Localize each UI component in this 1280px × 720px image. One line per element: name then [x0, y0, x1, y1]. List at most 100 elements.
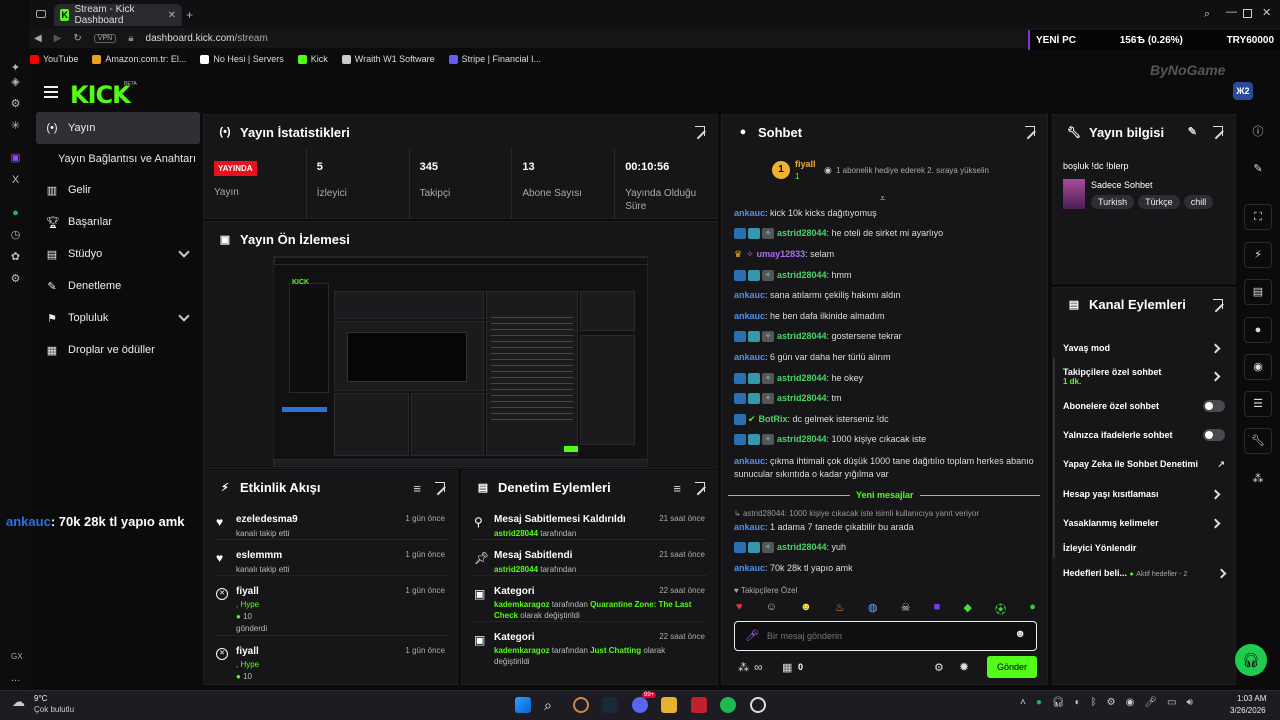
toggle-switch[interactable] [1203, 400, 1225, 412]
kicks-people-icon[interactable]: ⁂ [738, 661, 749, 674]
x-twitter-icon[interactable]: X [9, 174, 22, 187]
activity-user[interactable]: fiyall [236, 646, 259, 657]
bluetooth-icon[interactable]: ᛒ [1091, 697, 1097, 711]
chevron-down-icon[interactable] [178, 310, 190, 322]
rail-button[interactable]: ☰ [1244, 391, 1272, 417]
emote-face2-icon[interactable]: ☻ [800, 601, 812, 615]
steam-icon[interactable] [602, 697, 618, 713]
action-banned-words[interactable]: Yasaklanmış kelimeler [1063, 518, 1227, 529]
pinned-gift-banner[interactable]: 1 fiyall 1 ◉ 1 abonelik hediye ederek 2.… [770, 157, 1040, 185]
popout-icon[interactable] [435, 482, 445, 492]
chat-username[interactable]: astrid28044 [777, 330, 827, 343]
pinned-user[interactable]: fiyall [795, 159, 816, 169]
bookmark-item[interactable]: Stripe | Financial I... [448, 54, 541, 64]
kick-logo[interactable]: KICK [70, 81, 131, 109]
mod-user[interactable]: astrid28044 [494, 565, 538, 574]
action-slow-mode[interactable]: Yavaş mod [1063, 343, 1227, 354]
action-followers-only[interactable]: Takipçilere özel sohbet 1 dk. [1063, 367, 1227, 386]
popout-icon[interactable] [695, 482, 705, 492]
mod-user[interactable]: astrid28044 [494, 529, 538, 538]
bookmark-item[interactable]: Kick [297, 54, 328, 64]
clock-time[interactable]: 1:03 AM [1237, 694, 1266, 703]
nav-item-yayin[interactable]: (•) Yayın [36, 112, 200, 144]
gx-corner-icon[interactable]: ◈ [9, 76, 22, 89]
file-explorer-icon[interactable] [661, 697, 677, 713]
send-button[interactable]: Gönder [987, 656, 1037, 678]
action-goals[interactable]: Hedefleri beli... ● Aktif hedefler - 2 [1063, 568, 1227, 579]
moderator-icon[interactable]: ✹ [959, 660, 969, 674]
filter-icon[interactable]: ≡ [413, 481, 421, 496]
chat-username[interactable]: ankauc [734, 310, 765, 323]
emoji-icon[interactable]: ☻ [1014, 628, 1026, 640]
rail-button[interactable]: ⚡︎ [1244, 242, 1272, 268]
clock-date[interactable]: 3/26/2026 [1230, 706, 1266, 715]
browser-tab[interactable]: K Stream - Kick Dashboard ✕ [54, 4, 182, 26]
tab-overview-icon[interactable] [36, 10, 46, 18]
chat-input-box[interactable]: 🎤︎ ☻ [734, 621, 1037, 651]
chevron-down-icon[interactable] [178, 246, 190, 258]
search-tabs-icon[interactable]: ⌕ [1204, 8, 1210, 21]
spotify-icon[interactable]: ● [9, 207, 22, 220]
weather-desc[interactable]: Çok bulutlu [34, 705, 74, 714]
new-tab-button[interactable]: + [186, 8, 193, 22]
tag[interactable]: Turkish [1091, 195, 1135, 209]
vpn-badge[interactable]: VPN [93, 33, 117, 43]
volume-icon[interactable]: 🔊︎ [1187, 697, 1193, 711]
forward-icon[interactable]: ▶ [54, 33, 62, 44]
nav-item-studyo[interactable]: ▤ Stüdyo [36, 238, 200, 270]
more-icon[interactable]: ... [11, 672, 20, 684]
rail-button[interactable]: ⛶ [1244, 204, 1272, 230]
nav-item-droplar[interactable]: ▦ Droplar ve ödüller [36, 334, 200, 366]
nav-item-basarilar[interactable]: 🏆︎ Başarılar [36, 206, 200, 238]
emote-fire-icon[interactable]: ♨ [835, 601, 845, 615]
chat-username[interactable]: BotRix [759, 413, 788, 426]
chat-username[interactable]: ankauc [734, 456, 765, 466]
rail-button[interactable]: ▤ [1244, 279, 1272, 305]
chat-username[interactable]: astrid28044 [777, 269, 827, 282]
tray-steam-icon[interactable]: ◉ [1126, 697, 1135, 711]
emote-purple-icon[interactable]: ■ [934, 601, 941, 615]
action-subs-only[interactable]: Abonelere özel sohbet [1063, 400, 1227, 412]
weather-icon[interactable]: ☁ [12, 694, 25, 710]
opera-gx-taskbar-icon[interactable] [573, 697, 589, 713]
nav-item-denetleme[interactable]: ✎ Denetleme [36, 270, 200, 302]
action-account-age[interactable]: Hesap yaşı kısıtlaması [1063, 489, 1227, 500]
chat-username[interactable]: astrid28044 [777, 541, 827, 554]
mod-user[interactable]: kademkaragoz [494, 646, 550, 655]
mod-user[interactable]: kademkaragoz [494, 600, 550, 609]
bookmark-item[interactable]: Wraith W1 Software [341, 54, 435, 64]
emote-ball-icon[interactable]: ⚽︎ [995, 601, 1006, 616]
tray-headset-icon[interactable]: 🎧︎ [1052, 697, 1065, 711]
activity-user[interactable]: eslemmm [236, 550, 282, 561]
network-icon[interactable]: ▭ [1167, 697, 1176, 711]
close-window-icon[interactable]: ✕ [1262, 6, 1271, 19]
microphone-icon[interactable]: 🎤︎ [745, 629, 759, 642]
gx-control-icon[interactable]: ⚙ [9, 98, 22, 111]
emote-skull-icon[interactable]: ☠ [901, 601, 911, 615]
twitch-icon[interactable]: ▣ [9, 152, 22, 165]
nav-item-topluluk[interactable]: ⚑ Topluluk [36, 302, 200, 334]
emote-green-icon[interactable]: ● [1029, 601, 1036, 615]
toggle-switch[interactable] [1203, 429, 1225, 441]
minimize-icon[interactable]: — [1226, 6, 1237, 18]
weather-temp[interactable]: 9°C [34, 694, 47, 703]
chat-input[interactable] [767, 628, 997, 644]
action-raid[interactable]: İzleyici Yönlendir [1063, 543, 1227, 553]
spotify-taskbar-icon[interactable] [720, 697, 736, 713]
chat-username[interactable]: ankauc [734, 289, 765, 302]
back-icon[interactable]: ◀ [34, 33, 42, 44]
chat-username[interactable]: ankauc [734, 521, 765, 534]
chat-username[interactable]: umay12833 [757, 248, 806, 261]
bookmark-item[interactable]: No Hesi | Servers [200, 54, 284, 64]
microphone-icon[interactable]: 🎤︎ [1144, 697, 1157, 711]
chat-username[interactable]: astrid28044 [777, 227, 827, 240]
bookmark-item[interactable]: Amazon.com.tr: El... [92, 54, 186, 64]
activity-user[interactable]: fiyall [236, 586, 259, 597]
emote-frog-icon[interactable]: ◆ [963, 601, 971, 615]
add-widget-icon[interactable]: ⁂ [1251, 472, 1265, 486]
tag[interactable]: chill [1183, 195, 1214, 209]
app-icon[interactable] [691, 697, 707, 713]
extensions-icon[interactable]: ✿ [9, 251, 22, 264]
tray-spotify-icon[interactable]: ● [1036, 697, 1042, 711]
mod-category[interactable]: Just Chatting [590, 646, 641, 655]
